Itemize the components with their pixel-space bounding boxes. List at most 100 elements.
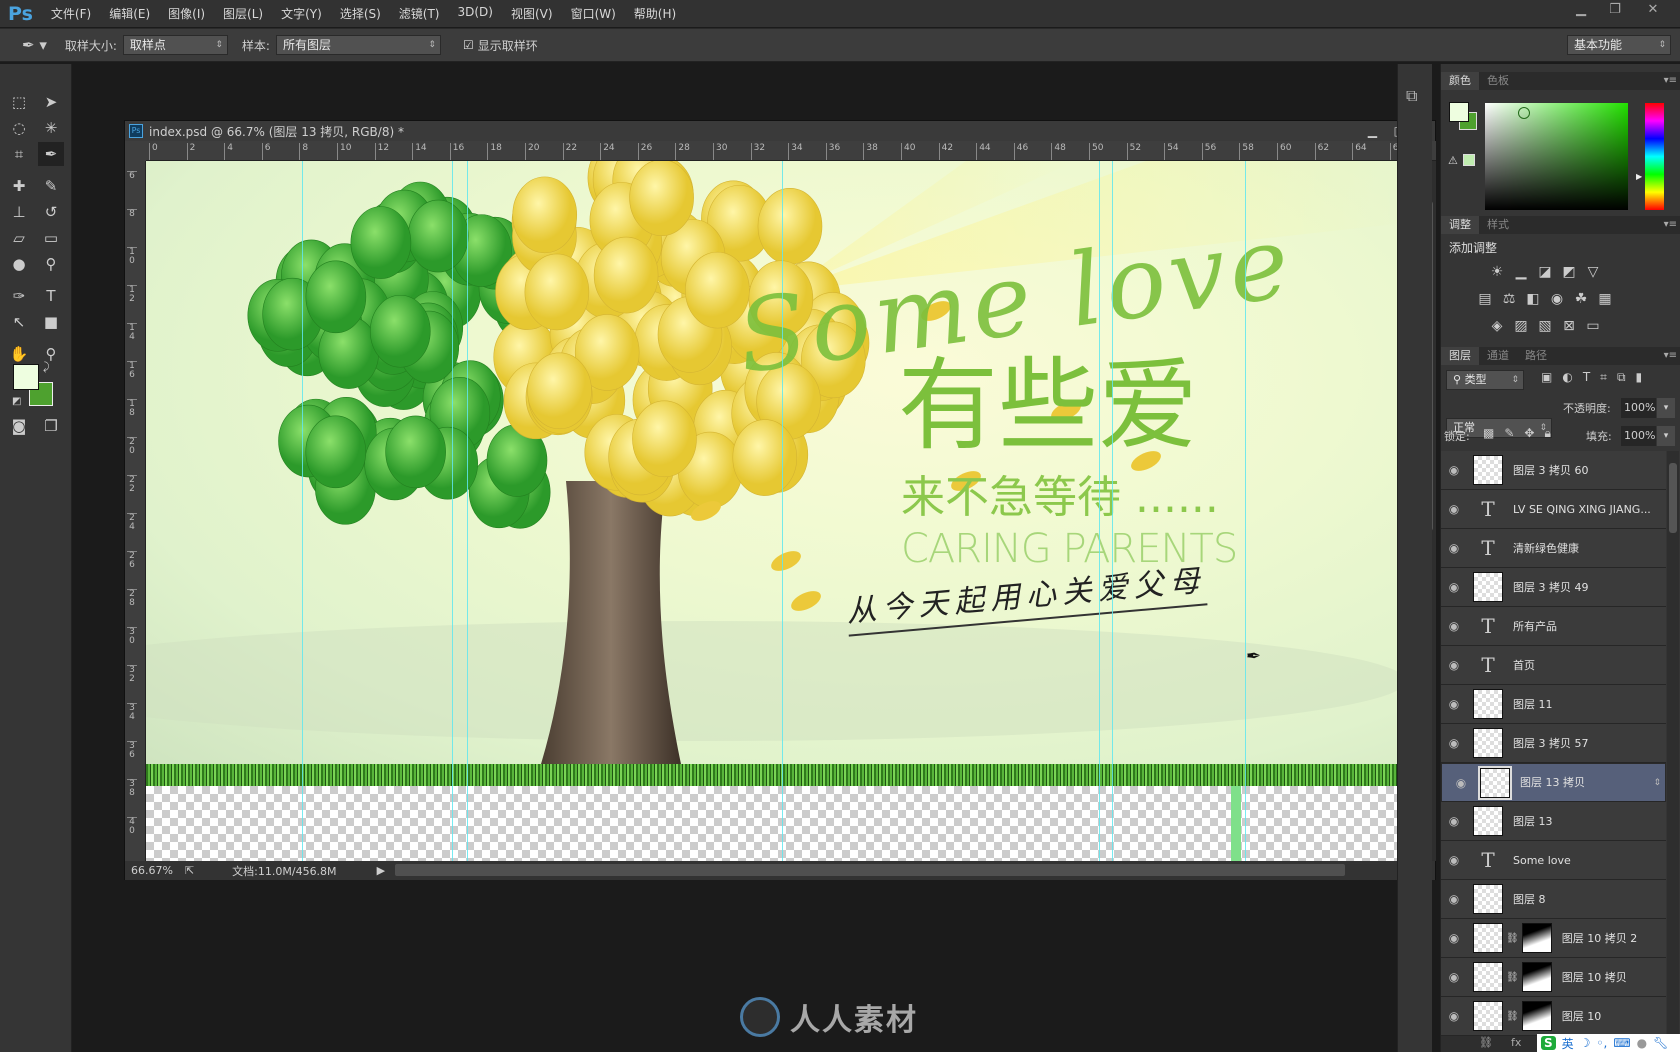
filter-smart-object-icon[interactable]: ⧉: [1617, 370, 1626, 385]
lock-position-icon[interactable]: ✥: [1524, 426, 1534, 441]
status-menu-arrow-icon[interactable]: ▶: [377, 864, 385, 877]
hand-icon[interactable]: ✋: [6, 342, 32, 366]
panel-menu-icon[interactable]: ▾≡: [1664, 216, 1677, 234]
menu-item[interactable]: 帮助(H): [634, 5, 676, 22]
layer-filter-select[interactable]: ⚲ 类型: [1446, 370, 1524, 390]
layer-row[interactable]: ◉ 图层 3 拷贝 60: [1441, 451, 1666, 490]
posterize-icon[interactable]: ▨: [1511, 318, 1531, 334]
in-gamut-swatch[interactable]: [1463, 154, 1475, 166]
layer-row[interactable]: ◉ 图层 13: [1441, 802, 1666, 841]
layer-row[interactable]: ◉ 图层 8: [1441, 880, 1666, 919]
visibility-eye-icon[interactable]: ◉: [1441, 541, 1467, 555]
menu-item[interactable]: 图层(L): [223, 5, 263, 22]
hue-slider[interactable]: [1645, 103, 1664, 210]
opacity-input[interactable]: 100%: [1621, 398, 1656, 418]
menu-item[interactable]: 选择(S): [340, 5, 381, 22]
filter-type-icon[interactable]: T: [1583, 370, 1590, 385]
ime-keyboard-icon[interactable]: ⌨: [1613, 1036, 1630, 1050]
layer-row[interactable]: ◉ 图层 13 拷贝: [1441, 763, 1666, 802]
layer-row[interactable]: ◉ ⛓ 图层 10 拷贝: [1441, 958, 1666, 997]
layer-row[interactable]: ◉ T 首页: [1441, 646, 1666, 685]
layers-scrollbar[interactable]: [1667, 451, 1679, 1036]
opacity-dropdown[interactable]: ▾: [1657, 398, 1675, 418]
visibility-eye-icon[interactable]: ◉: [1441, 1009, 1467, 1023]
chain-link-icon[interactable]: ⛓: [1506, 1011, 1519, 1022]
gradient-icon[interactable]: ▭: [38, 226, 64, 250]
link-layers-icon[interactable]: ⛓: [1479, 1036, 1493, 1052]
foreground-color-swatch[interactable]: [13, 364, 39, 390]
visibility-eye-icon[interactable]: ◉: [1441, 580, 1467, 594]
menu-item[interactable]: 窗口(W): [571, 5, 616, 22]
layer-row[interactable]: ◉ T 清新绿色健康: [1441, 529, 1666, 568]
zoom-icon[interactable]: ⚲: [38, 342, 64, 366]
sample-size-select[interactable]: 取样点: [122, 35, 228, 55]
lasso-icon[interactable]: ◌: [6, 116, 32, 140]
lock-pixels-icon[interactable]: ✎: [1504, 426, 1514, 441]
workspace-select[interactable]: 基本功能: [1567, 35, 1671, 55]
ime-punct-icon[interactable]: ◦,: [1596, 1036, 1607, 1050]
default-colors-icon[interactable]: ◩: [12, 396, 21, 407]
show-ring-checkbox[interactable]: ☑: [463, 38, 474, 52]
visibility-eye-icon[interactable]: ◉: [1441, 814, 1467, 828]
layer-mask-thumbnail[interactable]: [1521, 923, 1552, 953]
vertical-ruler[interactable]: 6 8 1 0 1 2 1 4 1 6 1 8 2 0 2 2 2 4 2 6 2 8 3 0 3 2 3 …: [125, 161, 146, 861]
tab-color[interactable]: 颜色: [1441, 72, 1479, 90]
panel-menu-icon[interactable]: ▾≡: [1664, 72, 1677, 90]
fill-input[interactable]: 100%: [1621, 426, 1656, 446]
hue-saturation-icon[interactable]: ▤: [1475, 291, 1495, 307]
visibility-eye-icon[interactable]: ◉: [1441, 463, 1467, 477]
layer-row[interactable]: ◉ 图层 11: [1441, 685, 1666, 724]
history-panel-icon[interactable]: ⧉: [1406, 86, 1417, 106]
photo-filter-icon[interactable]: ◉: [1547, 291, 1567, 307]
eraser-icon[interactable]: ▱: [6, 226, 32, 250]
tab-adjustments[interactable]: 调整: [1441, 216, 1479, 234]
visibility-eye-icon[interactable]: ◉: [1441, 502, 1467, 516]
layer-row[interactable]: ◉ 图层 3 拷贝 57: [1441, 724, 1666, 763]
move-icon[interactable]: ➤: [38, 90, 64, 114]
exposure-icon[interactable]: ◩: [1559, 264, 1579, 280]
hue-slider-handle[interactable]: ▶: [1636, 172, 1642, 181]
gradient-map-icon[interactable]: ▭: [1583, 318, 1603, 334]
magic-wand-icon[interactable]: ✳: [38, 116, 64, 140]
rectangle-icon[interactable]: ■: [38, 310, 64, 334]
tab-channels[interactable]: 通道: [1479, 347, 1517, 365]
filter-pixel-icon[interactable]: ▣: [1541, 370, 1552, 385]
doc-minimize-button[interactable]: ▁: [1368, 124, 1377, 138]
levels-icon[interactable]: ▁: [1511, 264, 1531, 280]
crop-icon[interactable]: ⌗: [6, 142, 32, 166]
black-white-icon[interactable]: ◧: [1523, 291, 1543, 307]
filter-toggle-icon[interactable]: ▮: [1636, 370, 1643, 385]
lock-all-icon[interactable]: 🔒︎: [1544, 426, 1550, 441]
channel-mixer-icon[interactable]: ☘: [1571, 291, 1591, 307]
history-brush-icon[interactable]: ↺: [38, 200, 64, 224]
ime-moon-icon[interactable]: ☽: [1580, 1036, 1591, 1050]
filter-shape-icon[interactable]: ⌗: [1600, 370, 1607, 385]
tab-swatches[interactable]: 色板: [1479, 72, 1517, 90]
layer-row[interactable]: ◉ ⛓ 图层 10: [1441, 997, 1666, 1036]
color-picker-ring[interactable]: [1518, 107, 1530, 119]
panel-menu-icon[interactable]: ▾≡: [1664, 347, 1677, 365]
visibility-eye-icon[interactable]: ◉: [1441, 853, 1467, 867]
threshold-icon[interactable]: ▧: [1535, 318, 1555, 334]
visibility-eye-icon[interactable]: ◉: [1448, 774, 1474, 792]
layer-row[interactable]: ◉ T Some love: [1441, 841, 1666, 880]
canvas[interactable]: Some love 有些爱 来不急等待 ...... CARING PARENT…: [146, 161, 1423, 861]
eyedropper-icon[interactable]: ✒: [38, 142, 64, 166]
tab-styles[interactable]: 样式: [1479, 216, 1517, 234]
clone-stamp-icon[interactable]: ⊥: [6, 200, 32, 224]
menu-item[interactable]: 滤镜(T): [399, 5, 440, 22]
zoom-level[interactable]: 66.67%: [131, 864, 173, 877]
curves-icon[interactable]: ◪: [1535, 264, 1555, 280]
screen-mode-icon[interactable]: ❐: [38, 414, 64, 438]
restore-button[interactable]: ❐: [1600, 0, 1630, 22]
lock-transparent-icon[interactable]: ▩: [1483, 426, 1494, 441]
ime-user-icon[interactable]: ●: [1637, 1036, 1647, 1050]
guide-line[interactable]: [1099, 161, 1100, 861]
layer-row[interactable]: ◉ 图层 3 拷贝 49: [1441, 568, 1666, 607]
sample-select[interactable]: 所有图层: [275, 35, 441, 55]
layer-row[interactable]: ◉ T LV SE QING XING JIANG...: [1441, 490, 1666, 529]
color-lookup-icon[interactable]: ▦: [1595, 291, 1615, 307]
export-icon[interactable]: ⇱: [185, 864, 194, 877]
visibility-eye-icon[interactable]: ◉: [1441, 736, 1467, 750]
guide-line[interactable]: [467, 161, 468, 861]
